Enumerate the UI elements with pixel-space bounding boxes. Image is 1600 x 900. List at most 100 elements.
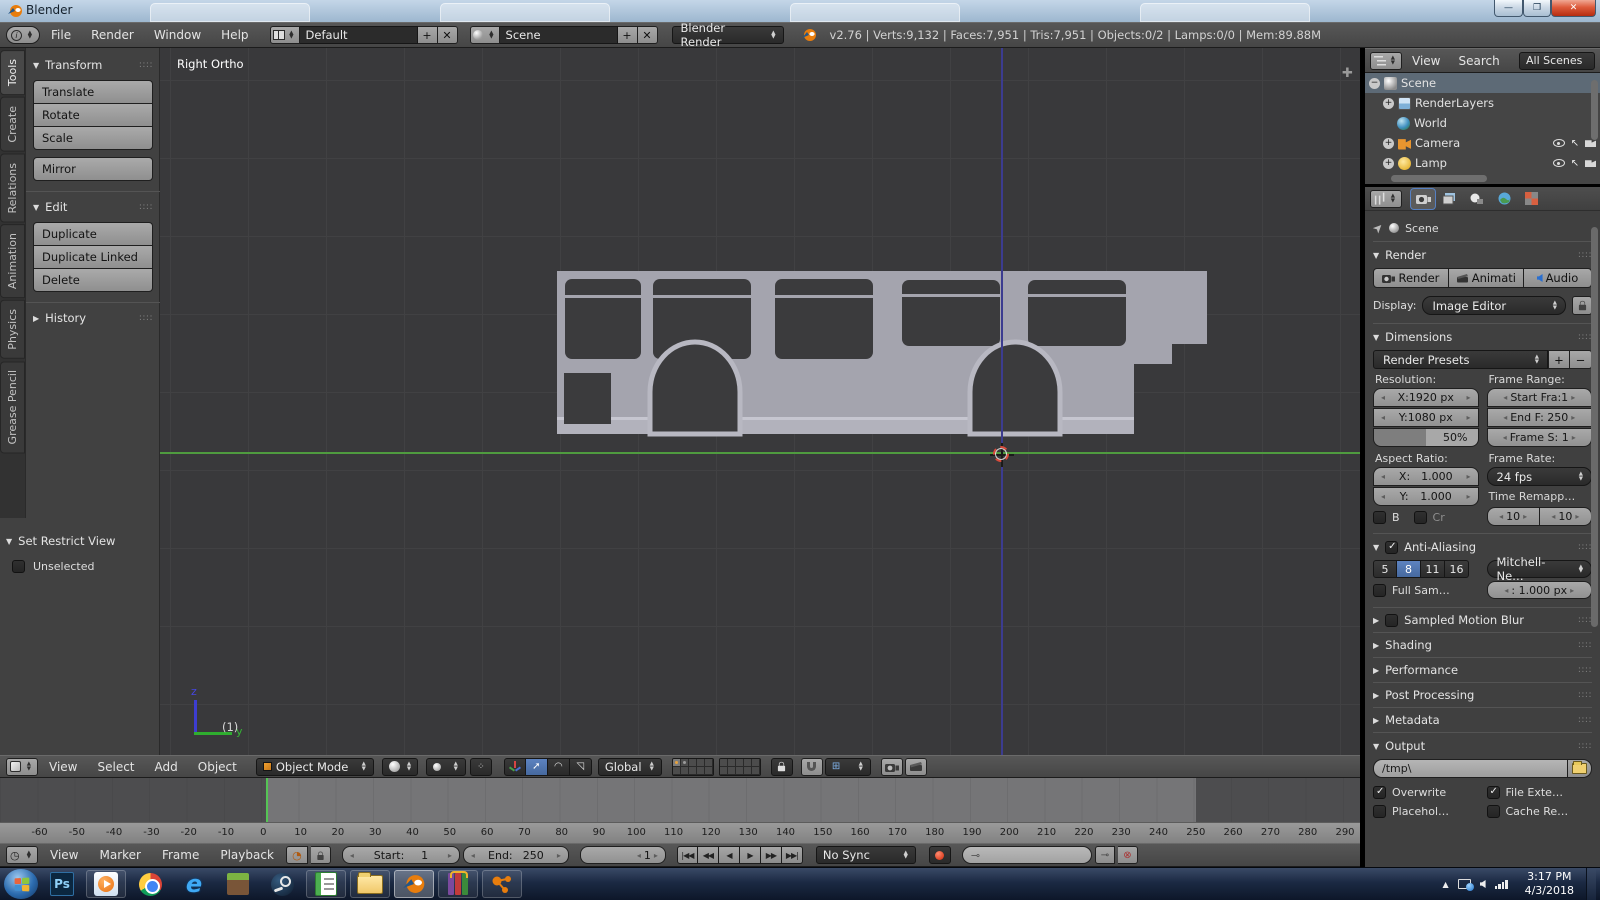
tab-tools[interactable]: Tools xyxy=(0,50,25,96)
panel-header-shading[interactable]: Shading xyxy=(1373,633,1592,657)
layer-cell[interactable] xyxy=(719,766,728,775)
delete-screen-layout-button[interactable]: ✕ xyxy=(437,26,458,44)
layer-cell[interactable] xyxy=(688,766,697,775)
time-remap-new-field[interactable]: 10 xyxy=(1539,507,1592,526)
transform-orientation-select[interactable]: Global xyxy=(597,757,662,776)
timeline-menu-frame[interactable]: Frame xyxy=(153,848,208,862)
taskbar-chrome[interactable] xyxy=(130,870,170,898)
outliner-vertical-scrollbar[interactable] xyxy=(1591,80,1598,140)
tab-render[interactable] xyxy=(1411,188,1435,209)
pin-icon[interactable]: ➤ xyxy=(1370,219,1387,236)
signal-icon[interactable] xyxy=(1494,879,1508,889)
layer-cell[interactable] xyxy=(680,766,689,775)
aa-samples-11[interactable]: 11 xyxy=(1421,560,1445,578)
panel-header-render[interactable]: Render xyxy=(1373,242,1592,268)
tab-create[interactable]: Create xyxy=(0,97,25,152)
render-animation-button[interactable]: Animati xyxy=(1448,268,1524,288)
resolution-y-field[interactable]: Y:1080 px xyxy=(1373,408,1479,427)
outliner-horizontal-scrollbar[interactable] xyxy=(1391,175,1487,182)
panel-header-metadata[interactable]: Metadata xyxy=(1373,708,1592,732)
viewport-menu-select[interactable]: Select xyxy=(88,760,143,774)
expand-disc-icon[interactable]: + xyxy=(1383,157,1394,169)
outliner-row-world[interactable]: World xyxy=(1365,113,1600,133)
show-desktop-button[interactable] xyxy=(1586,867,1596,900)
outliner-scope-select[interactable]: All Scenes xyxy=(1519,51,1595,70)
mode-select[interactable]: Object Mode xyxy=(255,757,374,776)
jump-prev-keyframe-button[interactable]: ◀◀ xyxy=(697,846,719,864)
editor-type-timeline-button[interactable]: ◷ xyxy=(6,846,38,864)
opengl-render-image-button[interactable] xyxy=(880,757,903,776)
layer-cell[interactable] xyxy=(735,758,744,767)
add-screen-layout-button[interactable]: + xyxy=(417,26,438,44)
maximize-button[interactable]: ❒ xyxy=(1523,0,1551,17)
duplicate-button[interactable]: Duplicate xyxy=(33,222,153,245)
layer-cell[interactable] xyxy=(735,766,744,775)
editor-type-3dview-button[interactable] xyxy=(6,757,38,776)
tab-world[interactable] xyxy=(1492,189,1516,209)
panel-header-dimensions[interactable]: Dimensions xyxy=(1373,324,1592,350)
menu-help[interactable]: Help xyxy=(212,28,257,42)
viewport-menu-add[interactable]: Add xyxy=(146,760,187,774)
timeline-ruler[interactable]: -60 -50 -40 -30 -20 -10 0 10 20 30 40 50 60 70 80 90 100… xyxy=(0,822,1360,843)
active-keying-set-field[interactable]: ⊸ xyxy=(961,846,1092,864)
layer-cell[interactable] xyxy=(672,766,681,775)
start-button[interactable] xyxy=(4,869,38,899)
render-engine-select[interactable]: Blender Render xyxy=(671,21,784,49)
crop-checkbox[interactable] xyxy=(1413,510,1427,524)
browse-output-folder-button[interactable] xyxy=(1568,759,1592,778)
snap-element-select[interactable]: ⊞ xyxy=(824,757,871,776)
visibility-eye-icon[interactable] xyxy=(1552,159,1565,167)
layer-cell[interactable] xyxy=(727,766,736,775)
viewport-menu-object[interactable]: Object xyxy=(189,760,246,774)
scene-name[interactable]: Scene xyxy=(499,26,618,44)
scale-manipulator[interactable]: ◹ xyxy=(569,757,592,776)
jump-next-keyframe-button[interactable]: ▶▶ xyxy=(760,846,782,864)
layer-group-1[interactable] xyxy=(671,757,714,776)
tab-relations[interactable]: Relations xyxy=(0,153,25,223)
resolution-x-field[interactable]: X:1920 px xyxy=(1373,388,1479,407)
time-remap-old-field[interactable]: 10 xyxy=(1486,507,1540,526)
panel-header-output[interactable]: Output xyxy=(1373,733,1592,759)
taskbar-map-editor[interactable] xyxy=(306,870,346,898)
menu-file[interactable]: File xyxy=(42,28,80,42)
remove-preset-button[interactable]: − xyxy=(1570,350,1592,369)
frame-step-field[interactable]: Frame S: 1 xyxy=(1486,428,1592,447)
start-frame-field[interactable]: Start:1 xyxy=(341,846,460,864)
menu-render[interactable]: Render xyxy=(82,28,143,42)
tab-scene[interactable] xyxy=(1465,189,1489,209)
add-scene-button[interactable]: + xyxy=(617,26,638,44)
delete-keyframe-button[interactable]: ⊗ xyxy=(1117,846,1138,864)
lock-frame-toggle[interactable] xyxy=(310,846,331,864)
viewport-3d[interactable]: Right Ortho z y (1) ✚ xyxy=(160,48,1360,755)
taskbar-minecraft[interactable] xyxy=(218,870,258,898)
file-extensions-checkbox[interactable] xyxy=(1486,786,1500,799)
editor-type-properties-button[interactable] xyxy=(1370,189,1402,208)
end-frame-field[interactable]: End F: 250 xyxy=(1486,408,1592,427)
render-still-button[interactable]: Render xyxy=(1373,268,1449,288)
tray-clock[interactable]: 3:17 PM 4/3/2018 xyxy=(1525,870,1574,898)
timeline-menu-marker[interactable]: Marker xyxy=(90,848,149,862)
visibility-eye-icon[interactable] xyxy=(1552,139,1565,147)
renderable-camera-icon[interactable] xyxy=(1585,140,1596,147)
antialiasing-checkbox[interactable] xyxy=(1385,540,1399,554)
aa-filter-size-field[interactable]: : 1.000 px xyxy=(1486,581,1592,599)
minimize-button[interactable]: — xyxy=(1494,0,1523,17)
border-checkbox[interactable] xyxy=(1373,510,1386,524)
outliner-row-camera[interactable]: + Camera ↖ xyxy=(1365,133,1600,153)
tab-grease-pencil[interactable]: Grease Pencil xyxy=(0,360,25,454)
translate-button[interactable]: Translate xyxy=(33,80,153,103)
outliner-menu-view[interactable]: View xyxy=(1404,54,1448,68)
layer-cell[interactable] xyxy=(727,758,736,767)
outliner-row-lamp[interactable]: + Lamp ↖ xyxy=(1365,153,1600,173)
timeline-menu-playback[interactable]: Playback xyxy=(211,848,283,862)
redo-panel-header[interactable]: Set Restrict View xyxy=(6,534,156,548)
panel-header-sampled-motion-blur[interactable]: Sampled Motion Blur xyxy=(1373,608,1592,632)
layer-cell[interactable] xyxy=(696,758,705,767)
pivot-point-select[interactable] xyxy=(425,757,466,776)
render-audio-button[interactable]: Audio xyxy=(1523,268,1592,288)
play-button[interactable]: ▶ xyxy=(739,846,761,864)
duplicate-linked-button[interactable]: Duplicate Linked xyxy=(33,245,153,268)
tab-physics[interactable]: Physics xyxy=(0,300,25,359)
tab-texture[interactable] xyxy=(1519,189,1543,209)
window-titlebar[interactable]: Blender — ❒ ✕ xyxy=(0,0,1600,22)
